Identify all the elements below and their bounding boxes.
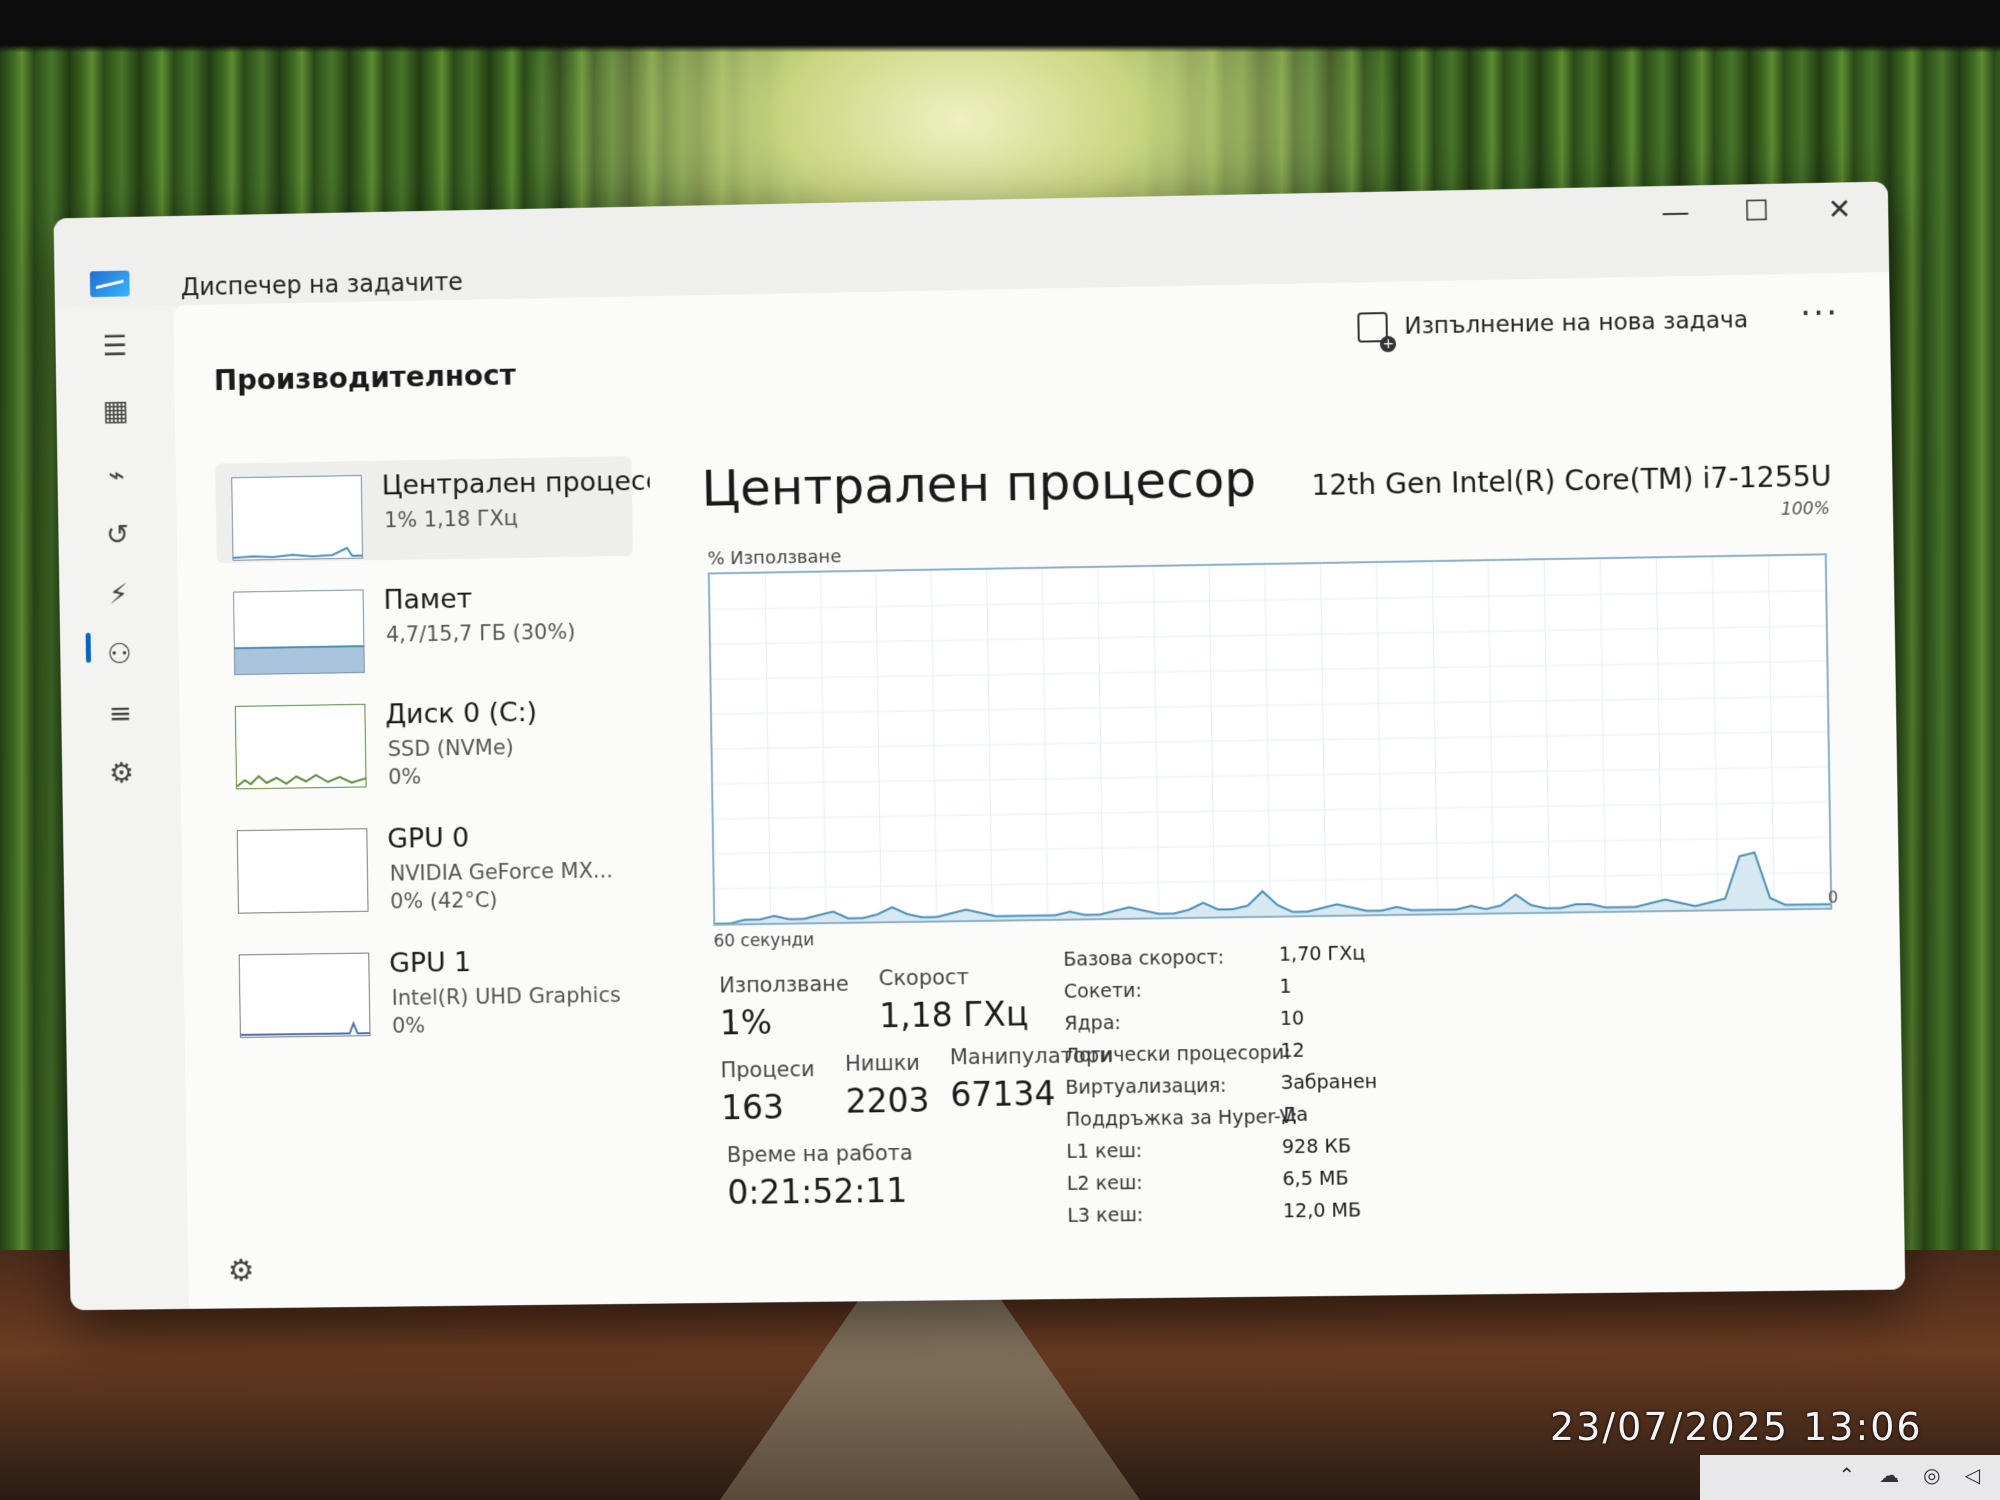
detail-title: Централен процесор: [701, 450, 1256, 518]
handles-stat-value: 67134: [950, 1074, 1056, 1114]
usage-stat-value: 1%: [720, 1003, 773, 1043]
graph-gridline: [712, 696, 1827, 714]
resource-name: Диск 0 (C:): [385, 695, 653, 730]
cpu-usage-svg: [710, 555, 1830, 923]
app-history-icon[interactable]: ↺: [98, 515, 138, 555]
resource-usage: 0%: [392, 1014, 425, 1038]
disk-thumbnail-graph: [235, 704, 367, 790]
active-nav-indicator: [86, 633, 91, 663]
graph-gridline: [711, 626, 1826, 645]
spec-value: 928 КБ: [1282, 1135, 1352, 1158]
cloud-icon[interactable]: ☁: [1879, 1463, 1899, 1487]
spec-value: Да: [1281, 1104, 1308, 1126]
resource-detail: Intel(R) UHD Graphics: [392, 983, 621, 1010]
speed-stat-value: 1,18 ГХц: [879, 994, 1029, 1035]
cpu-model: 12th Gen Intel(R) Core(TM) i7-1255U: [1311, 460, 1832, 502]
nav-rail: ☰ ▦ ⌁ ↺ ⚡ ⚇ ≡ ⚙: [55, 305, 189, 1310]
graph-gridline: [713, 732, 1828, 750]
spec-value: 12: [1280, 1040, 1305, 1062]
new-task-icon: [1358, 312, 1389, 343]
processes-icon[interactable]: ▦: [96, 391, 136, 431]
threads-stat-value: 2203: [845, 1081, 929, 1121]
resource-disk[interactable]: Диск 0 (C:) SSD (NVMe) 0%: [219, 685, 637, 791]
task-manager-app-icon: [90, 271, 130, 298]
graph-gridline: [715, 872, 1830, 888]
minimize-button[interactable]: —: [1645, 195, 1706, 229]
resource-name: GPU 0: [387, 820, 655, 855]
graph-max-label: 100%: [1781, 499, 1831, 520]
maximize-button[interactable]: ☐: [1726, 194, 1787, 228]
resource-name: Памет: [383, 580, 651, 615]
uptime-stat-label: Време на работа: [727, 1141, 913, 1167]
spec-label: Виртуализация:: [1065, 1075, 1226, 1099]
resource-gpu0[interactable]: GPU 0 NVIDIA GeForce MX... 0% (42°C): [221, 810, 639, 916]
window-title: Диспечер на задачите: [181, 268, 463, 301]
usage-stat-label: Използване: [719, 972, 849, 998]
menu-icon[interactable]: ☰: [95, 326, 135, 366]
graph-gridline: [714, 802, 1829, 819]
resource-detail: 4,7/15,7 ГБ (30%): [386, 620, 576, 647]
spec-value: 1: [1279, 976, 1291, 998]
spec-label: Сокети:: [1064, 980, 1142, 1003]
taskbar-tray: ⌃ ☁ ◎ ◁: [1700, 1455, 2000, 1500]
close-button[interactable]: ✕: [1809, 192, 1870, 226]
content-panel: Производителност Изпълнение на нова зада…: [173, 272, 1905, 1309]
threads-stat-label: Нишки: [845, 1051, 920, 1076]
resource-detail: NVIDIA GeForce MX...: [390, 858, 613, 885]
graph-gridline: [713, 767, 1828, 784]
spec-label: L3 кеш:: [1067, 1204, 1143, 1227]
page-title: Производителност: [214, 359, 516, 398]
processes-stat-value: 163: [721, 1087, 784, 1127]
gpu1-thumbnail-graph: [239, 953, 371, 1038]
spec-value: Забранен: [1281, 1071, 1378, 1094]
startup-apps-icon[interactable]: ⚡: [99, 574, 139, 614]
photo-timestamp: 23/07/2025 13:06: [1550, 1405, 1923, 1449]
users-icon[interactable]: ⚇: [99, 634, 139, 674]
uptime-stat-value: 0:21:52:11: [727, 1171, 907, 1212]
graph-min-label: 0: [1828, 887, 1839, 906]
resource-memory[interactable]: Памет 4,7/15,7 ГБ (30%): [217, 571, 635, 678]
services-icon[interactable]: ⚙: [101, 753, 141, 793]
speaker-icon[interactable]: ◁: [1965, 1463, 1980, 1487]
resource-name: GPU 1: [389, 944, 657, 979]
resource-cpu[interactable]: Централен процесор 1% 1,18 ГХц: [215, 456, 633, 563]
resource-name: Централен процесор: [381, 466, 649, 502]
spec-value: 12,0 МБ: [1283, 1199, 1362, 1222]
details-icon[interactable]: ≡: [100, 694, 140, 734]
spec-label: L1 кеш:: [1066, 1140, 1142, 1163]
gpu0-thumbnail-graph: [237, 828, 369, 913]
run-new-task-button[interactable]: Изпълнение на нова задача: [1358, 305, 1749, 343]
processes-stat-label: Процеси: [720, 1057, 814, 1082]
resource-usage: 0%: [388, 765, 421, 789]
graph-gridline: [711, 661, 1826, 679]
spec-label: Поддръжка за Hyper-V:: [1066, 1106, 1298, 1131]
settings-icon[interactable]: ⚙: [228, 1253, 255, 1288]
spec-value: 6,5 МБ: [1282, 1167, 1348, 1190]
graph-gridline: [714, 837, 1829, 854]
cpu-thumbnail-graph: [231, 475, 363, 561]
run-new-task-label: Изпълнение на нова задача: [1404, 307, 1748, 340]
chevron-up-icon[interactable]: ⌃: [1838, 1463, 1855, 1487]
graph-time-label: 60 секунди: [713, 930, 814, 951]
spec-value: 10: [1280, 1008, 1305, 1030]
resource-detail: SSD (NVMe): [388, 735, 514, 761]
performance-icon[interactable]: ⌁: [97, 455, 137, 495]
globe-icon[interactable]: ◎: [1923, 1463, 1940, 1487]
resource-gpu1[interactable]: GPU 1 Intel(R) UHD Graphics 0%: [223, 935, 641, 1040]
more-options-button[interactable]: ···: [1800, 293, 1840, 334]
resource-usage: 0% (42°C): [390, 888, 498, 913]
spec-label: L2 кеш:: [1067, 1172, 1143, 1195]
speed-stat-label: Скорост: [878, 965, 968, 990]
task-manager-window: Диспечер на задачите — ☐ ✕ ☰ ▦ ⌁ ↺ ⚡ ⚇ ≡…: [54, 181, 1906, 1310]
spec-label: Базова скорост:: [1063, 946, 1224, 970]
resource-detail: 1% 1,18 ГХц: [384, 506, 518, 532]
memory-thumbnail-graph: [233, 589, 365, 675]
graph-usage-label: % Използване: [707, 546, 841, 569]
cpu-usage-graph: [708, 553, 1833, 925]
spec-value: 1,70 ГХц: [1279, 942, 1366, 965]
spec-label: Логически процесори:: [1065, 1042, 1291, 1067]
spec-label: Ядра:: [1064, 1012, 1121, 1035]
graph-gridline: [710, 591, 1825, 610]
